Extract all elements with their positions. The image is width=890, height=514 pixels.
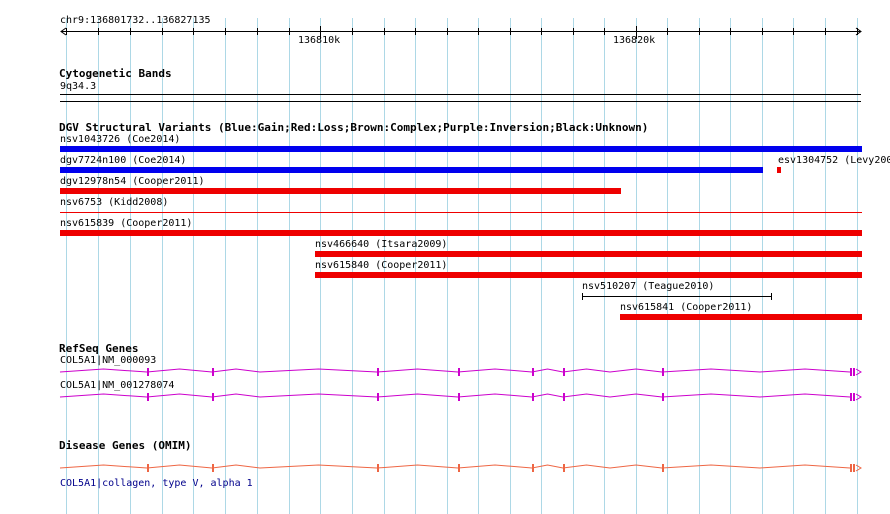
variant-bar <box>315 272 862 278</box>
genome-browser-view: chr9:136801732..136827135 136810k 136820… <box>0 0 890 514</box>
refseq-gene-exon <box>147 393 149 401</box>
refseq-track-title[interactable]: RefSeq Genes <box>59 342 138 355</box>
variant-label[interactable]: esv1304752 (Levy2007) <box>778 155 890 167</box>
omim-gene-label[interactable]: COL5A1|collagen, type V, alpha 1 <box>60 478 253 490</box>
omim-gene-exon <box>377 464 379 472</box>
omim-gene-exon <box>212 464 214 472</box>
refseq-gene-exon <box>850 368 852 376</box>
refseq-gene-strand-arrow <box>855 368 862 376</box>
cytoband-track-title[interactable]: Cytogenetic Bands <box>59 67 172 80</box>
variant-bar <box>60 212 862 213</box>
refseq-gene-exon <box>563 368 565 376</box>
omim-gene-exon <box>662 464 664 472</box>
variant-bar <box>315 251 862 257</box>
variant-label[interactable]: dgv12978n54 (Cooper2011) <box>60 176 205 188</box>
ruler-tick-label: 136820k <box>613 35 656 46</box>
refseq-gene-exon <box>853 368 855 376</box>
omim-track-title[interactable]: Disease Genes (OMIM) <box>59 439 191 452</box>
variant-bar <box>582 296 772 297</box>
refseq-gene-exon <box>532 368 534 376</box>
transcript-label[interactable]: COL5A1|NM_001278074 <box>60 380 174 392</box>
refseq-gene-strand-arrow <box>855 393 862 401</box>
variant-bar <box>60 188 621 194</box>
variant-label[interactable]: nsv466640 (Itsara2009) <box>315 239 447 251</box>
omim-gene-exon <box>853 464 855 472</box>
refseq-gene-intron-line <box>59 393 851 398</box>
cytoband-label: 9q34.3 <box>60 81 97 92</box>
variant-bar <box>620 314 862 320</box>
refseq-gene-exon <box>458 393 460 401</box>
variant-label[interactable]: nsv615840 (Cooper2011) <box>315 260 447 272</box>
refseq-gene-exon <box>377 368 379 376</box>
variant-label[interactable]: dgv7724n100 (Coe2014) <box>60 155 186 167</box>
variant-label[interactable]: nsv1043726 (Coe2014) <box>60 134 180 146</box>
omim-gene-exon <box>532 464 534 472</box>
omim-gene-exon <box>147 464 149 472</box>
transcript-label[interactable]: COL5A1|NM_000093 <box>60 355 156 367</box>
dgv-track-title[interactable]: DGV Structural Variants (Blue:Gain;Red:L… <box>59 121 648 134</box>
variant-label[interactable]: nsv510207 (Teague2010) <box>582 281 714 293</box>
variant-bar <box>60 146 862 152</box>
refseq-gene-exon <box>662 368 664 376</box>
refseq-gene-exon <box>532 393 534 401</box>
variant-bar <box>60 230 862 236</box>
omim-gene-exon <box>563 464 565 472</box>
refseq-gene-exon <box>377 393 379 401</box>
variant-bar <box>60 167 763 173</box>
refseq-gene-exon <box>212 393 214 401</box>
ruler-tick-label: 136810k <box>298 35 341 46</box>
ruler-range-label: chr9:136801732..136827135 <box>60 15 211 26</box>
omim-gene-strand-arrow <box>855 464 862 472</box>
refseq-gene-exon <box>850 393 852 401</box>
refseq-gene-exon <box>662 393 664 401</box>
refseq-gene-exon <box>147 368 149 376</box>
variant-label[interactable]: nsv6753 (Kidd2008) <box>60 197 168 209</box>
refseq-gene-exon <box>458 368 460 376</box>
refseq-gene-exon <box>853 393 855 401</box>
variant-bar <box>777 167 781 173</box>
omim-gene-intron-line <box>59 464 851 469</box>
variant-label[interactable]: nsv615841 (Cooper2011) <box>620 302 752 314</box>
refseq-gene-exon <box>563 393 565 401</box>
omim-gene-exon <box>458 464 460 472</box>
refseq-gene-exon <box>212 368 214 376</box>
variant-label[interactable]: nsv615839 (Cooper2011) <box>60 218 192 230</box>
refseq-gene-intron-line <box>59 368 851 373</box>
omim-gene-exon <box>850 464 852 472</box>
